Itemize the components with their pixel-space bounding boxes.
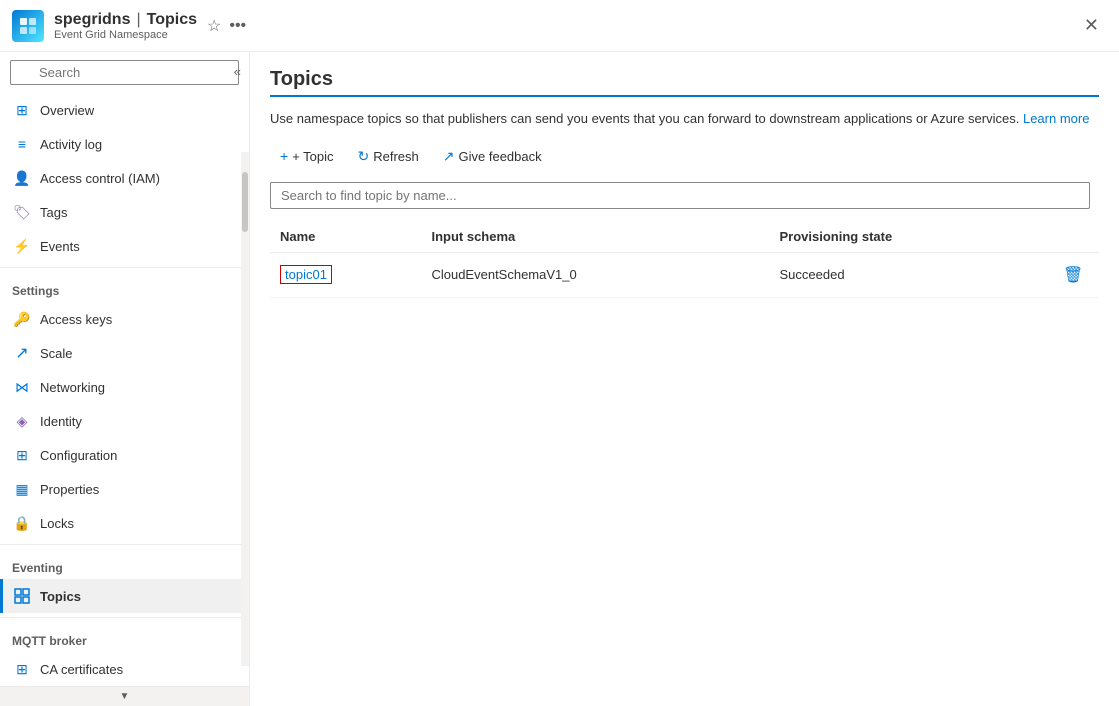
- sidebar-item-tags[interactable]: 🏷 Tags: [0, 195, 249, 229]
- feedback-label: Give feedback: [459, 149, 542, 164]
- mqtt-section-label: MQTT broker: [0, 622, 249, 652]
- page-name: Topics: [147, 11, 197, 29]
- eventing-section-label: Eventing: [0, 549, 249, 579]
- col-provisioning-state: Provisioning state: [770, 221, 1049, 253]
- more-icon[interactable]: •••: [229, 17, 246, 35]
- settings-section-label: Settings: [0, 272, 249, 302]
- input-schema-cell: CloudEventSchemaV1_0: [421, 252, 769, 297]
- configuration-icon: ⊞: [12, 445, 32, 465]
- sidebar-item-configuration[interactable]: ⊞ Configuration: [0, 438, 249, 472]
- feedback-button[interactable]: ↗ Give feedback: [433, 143, 552, 170]
- col-name: Name: [270, 221, 421, 253]
- sidebar: « ⊞ Overview ≡ Activity log 👤 Access con…: [0, 52, 250, 706]
- sidebar-item-networking[interactable]: ⋈ Networking: [0, 370, 249, 404]
- access-keys-icon: 🔑: [12, 309, 32, 329]
- properties-label: Properties: [40, 482, 99, 497]
- title-bar: spegridns | Topics Event Grid Namespace …: [0, 0, 1119, 52]
- sidebar-search-input[interactable]: [10, 60, 239, 85]
- sidebar-item-identity[interactable]: ◈ Identity: [0, 404, 249, 438]
- sidebar-item-ca-certificates[interactable]: ⊞ CA certificates: [0, 652, 249, 686]
- resource-icon: [12, 10, 44, 42]
- table-row: topic01 CloudEventSchemaV1_0 Succeeded 🗑: [270, 252, 1099, 297]
- sidebar-nav: ⊞ Overview ≡ Activity log 👤 Access contr…: [0, 93, 249, 686]
- networking-icon: ⋈: [12, 377, 32, 397]
- sidebar-item-activity-log[interactable]: ≡ Activity log: [0, 127, 249, 161]
- feedback-icon: ↗: [443, 148, 455, 165]
- add-topic-button[interactable]: + + Topic: [270, 143, 344, 169]
- sidebar-item-properties[interactable]: ▦ Properties: [0, 472, 249, 506]
- sidebar-item-topics[interactable]: Topics: [0, 579, 249, 613]
- title-text-group: spegridns | Topics Event Grid Namespace: [54, 11, 197, 41]
- scroll-down-arrow[interactable]: ▼: [0, 686, 249, 706]
- delete-button[interactable]: 🗑: [1059, 261, 1087, 289]
- sidebar-collapse-btn[interactable]: «: [234, 64, 241, 79]
- scale-icon: ↗: [12, 343, 32, 363]
- scale-label: Scale: [40, 346, 73, 361]
- refresh-icon: ↻: [358, 148, 370, 165]
- add-icon: +: [280, 148, 288, 164]
- main-content: Topics Use namespace topics so that publ…: [250, 52, 1119, 706]
- identity-icon: ◈: [12, 411, 32, 431]
- refresh-button[interactable]: ↻ Refresh: [348, 143, 429, 170]
- access-keys-label: Access keys: [40, 312, 112, 327]
- overview-label: Overview: [40, 103, 94, 118]
- page-title: Topics: [270, 68, 1099, 97]
- tags-label: Tags: [40, 205, 67, 220]
- sidebar-item-locks[interactable]: 🔒 Locks: [0, 506, 249, 540]
- sidebar-item-overview[interactable]: ⊞ Overview: [0, 93, 249, 127]
- locks-icon: 🔒: [12, 513, 32, 533]
- topic-link[interactable]: topic01: [280, 265, 332, 284]
- sidebar-item-access-keys[interactable]: 🔑 Access keys: [0, 302, 249, 336]
- sidebar-item-access-control[interactable]: 👤 Access control (IAM): [0, 161, 249, 195]
- learn-more-link[interactable]: Learn more: [1023, 111, 1089, 126]
- access-control-label: Access control (IAM): [40, 171, 160, 186]
- resource-type: Event Grid Namespace: [54, 29, 197, 41]
- tags-icon: 🏷: [12, 202, 32, 222]
- page-description: Use namespace topics so that publishers …: [270, 109, 1099, 129]
- properties-icon: ▦: [12, 479, 32, 499]
- col-actions: [1049, 221, 1099, 253]
- locks-label: Locks: [40, 516, 74, 531]
- title-actions: ☆ •••: [207, 16, 246, 36]
- topics-label: Topics: [40, 589, 81, 604]
- star-icon[interactable]: ☆: [207, 16, 221, 36]
- actions-cell: 🗑: [1049, 252, 1099, 297]
- col-input-schema: Input schema: [421, 221, 769, 253]
- events-label: Events: [40, 239, 80, 254]
- ca-certificates-icon: ⊞: [12, 659, 32, 679]
- topic-name-cell: topic01: [270, 252, 421, 297]
- events-icon: ⚡: [12, 236, 32, 256]
- topics-table: Name Input schema Provisioning state top…: [270, 221, 1099, 298]
- sidebar-item-events[interactable]: ⚡ Events: [0, 229, 249, 263]
- add-topic-label: + Topic: [292, 149, 333, 164]
- provisioning-state-cell: Succeeded: [770, 252, 1049, 297]
- topic-search-input[interactable]: [270, 182, 1090, 209]
- close-button[interactable]: ✕: [1076, 11, 1107, 40]
- title-separator: |: [136, 11, 140, 29]
- resource-name: spegridns: [54, 11, 130, 29]
- sidebar-item-scale[interactable]: ↗ Scale: [0, 336, 249, 370]
- overview-icon: ⊞: [12, 100, 32, 120]
- ca-certificates-label: CA certificates: [40, 662, 123, 677]
- refresh-label: Refresh: [373, 149, 419, 164]
- activity-log-label: Activity log: [40, 137, 102, 152]
- networking-label: Networking: [40, 380, 105, 395]
- access-control-icon: 👤: [12, 168, 32, 188]
- configuration-label: Configuration: [40, 448, 117, 463]
- activity-log-icon: ≡: [12, 134, 32, 154]
- identity-label: Identity: [40, 414, 82, 429]
- sidebar-search-wrapper: [0, 52, 249, 93]
- topics-icon: [12, 586, 32, 606]
- toolbar: + + Topic ↻ Refresh ↗ Give feedback: [270, 143, 1099, 170]
